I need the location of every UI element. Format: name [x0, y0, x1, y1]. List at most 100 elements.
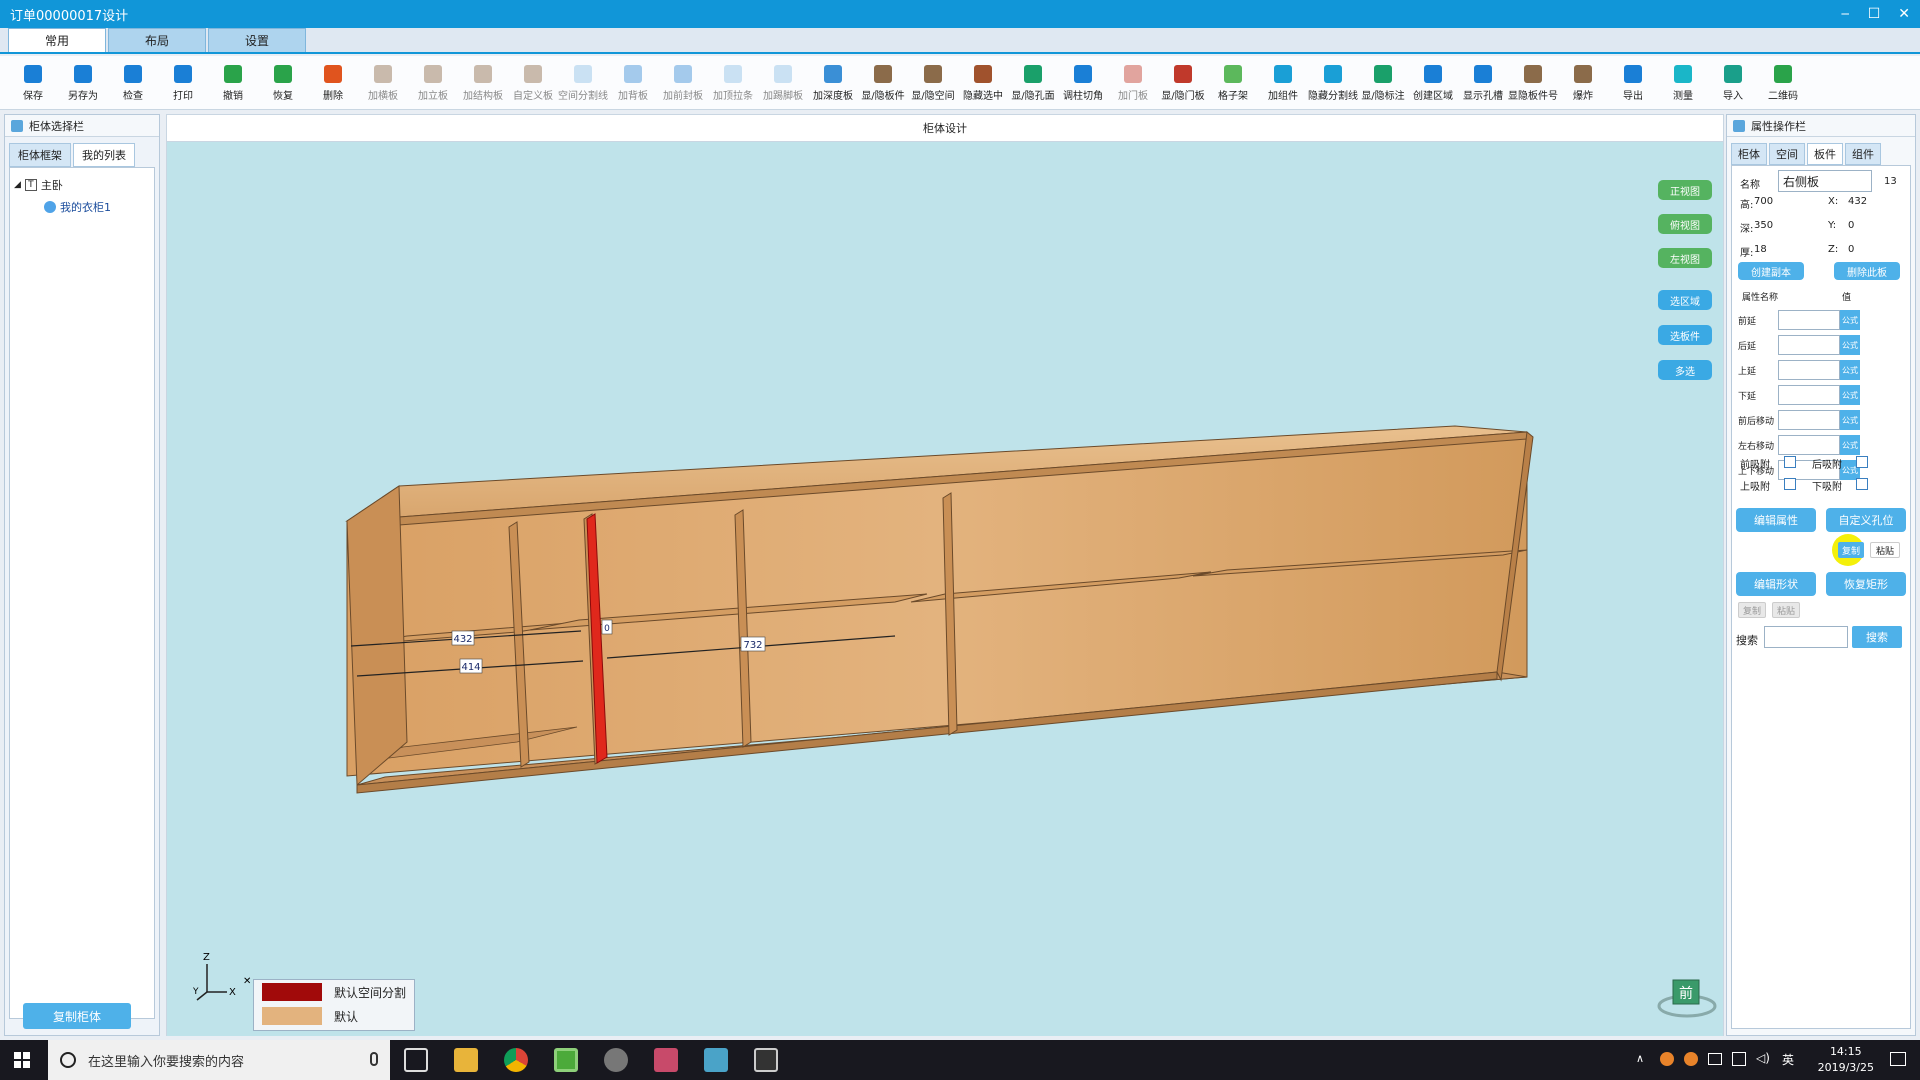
minimize-button[interactable]: ‒: [1841, 6, 1850, 22]
tab-my-list[interactable]: 我的列表: [73, 143, 135, 167]
toolbar-button[interactable]: 隐藏分割线: [1308, 56, 1358, 110]
paste-shape-button[interactable]: 粘贴: [1772, 602, 1800, 618]
toolbar-button[interactable]: 二维码: [1758, 56, 1808, 110]
toolbar-button[interactable]: 格子架: [1208, 56, 1258, 110]
cabinet-3d-model[interactable]: 432 414 732 0 Z X Y ✕ 前: [167, 142, 1723, 1036]
formula-button[interactable]: 公式: [1840, 435, 1860, 455]
network-icon[interactable]: [1732, 1052, 1746, 1066]
toolbar-button[interactable]: 自定义板: [508, 56, 558, 110]
toolbar-button[interactable]: 加深度板: [808, 56, 858, 110]
tab-component[interactable]: 组件: [1845, 143, 1881, 165]
microphone-icon[interactable]: [370, 1052, 378, 1066]
3d-viewport[interactable]: 432 414 732 0 Z X Y ✕ 前 正视图 俯视图 左视图 选区域 …: [166, 142, 1724, 1036]
design-app-icon[interactable]: [554, 1048, 578, 1072]
axis-close-icon[interactable]: ✕: [243, 976, 251, 987]
chrome-icon[interactable]: [504, 1048, 528, 1072]
toolbar-button[interactable]: 另存为: [58, 56, 108, 110]
tray-arrow-icon[interactable]: ∧: [1636, 1052, 1644, 1065]
close-button[interactable]: ✕: [1898, 6, 1910, 22]
paste-button[interactable]: 粘贴: [1870, 542, 1900, 558]
name-field[interactable]: 右侧板: [1778, 170, 1872, 192]
front-view-button[interactable]: 正视图: [1658, 180, 1712, 200]
tab-cabinet-frame[interactable]: 柜体框架: [9, 143, 71, 167]
notification-icon[interactable]: [1890, 1052, 1906, 1066]
toolbar-button[interactable]: 加门板: [1108, 56, 1158, 110]
search-button[interactable]: 搜索: [1852, 626, 1902, 648]
copy-shape-button[interactable]: 复制: [1738, 602, 1766, 618]
toolbar-button[interactable]: 显/隐空间: [908, 56, 958, 110]
toolbar-button[interactable]: 撤销: [208, 56, 258, 110]
toolbar-button[interactable]: 显/隐标注: [1358, 56, 1408, 110]
tab-board[interactable]: 板件: [1807, 143, 1843, 165]
edit-shape-button[interactable]: 编辑形状: [1736, 572, 1816, 596]
formula-button[interactable]: 公式: [1840, 385, 1860, 405]
tree-root[interactable]: ◢ T 主卧: [14, 174, 150, 196]
toolbar-button[interactable]: 检查: [108, 56, 158, 110]
attr-input[interactable]: [1778, 360, 1840, 380]
volume-icon[interactable]: ◁): [1756, 1051, 1770, 1065]
collapse-triangle-icon[interactable]: ◢: [14, 180, 21, 190]
toolbar-button[interactable]: 加顶拉条: [708, 56, 758, 110]
snap-front-checkbox[interactable]: [1784, 456, 1796, 468]
tray-app-icon[interactable]: [1660, 1052, 1674, 1066]
formula-button[interactable]: 公式: [1840, 310, 1860, 330]
toolbar-button[interactable]: 显/隐板件: [858, 56, 908, 110]
task-view-icon[interactable]: [404, 1048, 428, 1072]
left-view-button[interactable]: 左视图: [1658, 248, 1712, 268]
toolbar-button[interactable]: 隐藏选中: [958, 56, 1008, 110]
taskbar-clock[interactable]: 14:15 2019/3/25: [1818, 1044, 1874, 1076]
toolbar-button[interactable]: 加背板: [608, 56, 658, 110]
calculator-icon[interactable]: [754, 1048, 778, 1072]
taskbar-search[interactable]: 在这里输入你要搜索的内容: [48, 1040, 390, 1080]
toolbar-button[interactable]: 测量: [1658, 56, 1708, 110]
select-board-button[interactable]: 选板件: [1658, 325, 1712, 345]
attr-input[interactable]: [1778, 310, 1840, 330]
toolbar-button[interactable]: 显/隐孔面: [1008, 56, 1058, 110]
ribbon-tab-common[interactable]: 常用: [8, 28, 106, 52]
multi-select-button[interactable]: 多选: [1658, 360, 1712, 380]
windows-start-icon[interactable]: [14, 1052, 30, 1068]
attr-input[interactable]: [1778, 435, 1840, 455]
attr-input[interactable]: [1778, 335, 1840, 355]
delete-board-button[interactable]: 删除此板: [1834, 262, 1900, 280]
toolbar-button[interactable]: 调柱切角: [1058, 56, 1108, 110]
formula-button[interactable]: 公式: [1840, 360, 1860, 380]
toolbar-button[interactable]: 创建区域: [1408, 56, 1458, 110]
left-side-panel[interactable]: [346, 485, 408, 787]
toolbar-button[interactable]: 打印: [158, 56, 208, 110]
attr-input[interactable]: [1778, 410, 1840, 430]
toolbar-button[interactable]: 加组件: [1258, 56, 1308, 110]
ime-indicator[interactable]: 英: [1782, 1051, 1794, 1068]
restore-rect-button[interactable]: 恢复矩形: [1826, 572, 1906, 596]
toolbar-button[interactable]: 导入: [1708, 56, 1758, 110]
tray-app-icon[interactable]: [1684, 1052, 1698, 1066]
toolbar-button[interactable]: 恢复: [258, 56, 308, 110]
copy-cabinet-button[interactable]: 复制柜体: [23, 1003, 131, 1029]
custom-hole-button[interactable]: 自定义孔位: [1826, 508, 1906, 532]
search-input[interactable]: [1764, 626, 1848, 648]
select-region-button[interactable]: 选区域: [1658, 290, 1712, 310]
copy-button[interactable]: 复制: [1838, 542, 1864, 558]
tree-item-wardrobe[interactable]: 我的衣柜1: [14, 196, 150, 218]
snap-back-checkbox[interactable]: [1856, 456, 1868, 468]
toolbar-button[interactable]: 显/隐门板: [1158, 56, 1208, 110]
toolbar-button[interactable]: 空间分割线: [558, 56, 608, 110]
toolbar-button[interactable]: 显隐板件号: [1508, 56, 1558, 110]
tab-cabinet[interactable]: 柜体: [1731, 143, 1767, 165]
formula-button[interactable]: 公式: [1840, 410, 1860, 430]
toolbar-button[interactable]: 显示孔槽: [1458, 56, 1508, 110]
toolbar-button[interactable]: 加横板: [358, 56, 408, 110]
toolbar-button[interactable]: 加结构板: [458, 56, 508, 110]
create-copy-button[interactable]: 创建副本: [1738, 262, 1804, 280]
top-view-button[interactable]: 俯视图: [1658, 214, 1712, 234]
maximize-button[interactable]: ☐: [1868, 6, 1881, 22]
app-icon-sphere[interactable]: [604, 1048, 628, 1072]
toolbar-button[interactable]: 加前封板: [658, 56, 708, 110]
toolbar-button[interactable]: 保存: [8, 56, 58, 110]
toolbar-button[interactable]: 加立板: [408, 56, 458, 110]
ribbon-tab-settings[interactable]: 设置: [208, 28, 306, 52]
app-icon-paint[interactable]: [654, 1048, 678, 1072]
attr-input[interactable]: [1778, 385, 1840, 405]
file-explorer-icon[interactable]: [454, 1048, 478, 1072]
toolbar-button[interactable]: 加踢脚板: [758, 56, 808, 110]
